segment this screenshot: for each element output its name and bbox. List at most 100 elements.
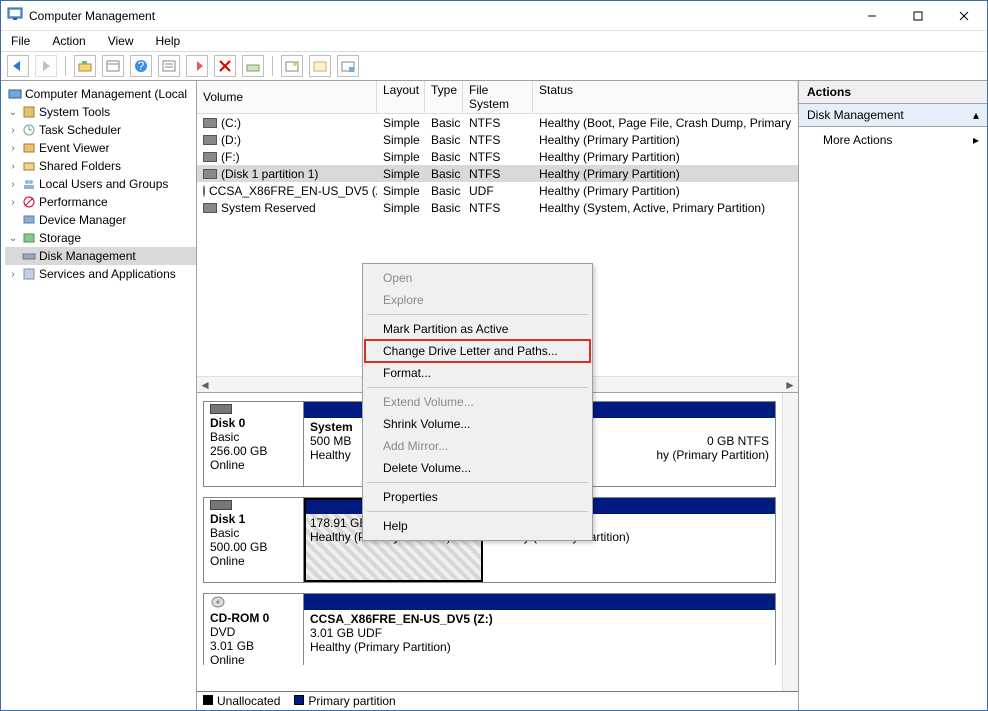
tool-button-1[interactable] xyxy=(242,55,264,77)
d0p0-size: 500 MB xyxy=(310,434,351,448)
delete-toolbtn[interactable] xyxy=(214,55,236,77)
volume-status: Healthy (Primary Partition) xyxy=(533,133,798,147)
volume-type: Basic xyxy=(425,201,463,215)
actions-group[interactable]: Disk Management ▴ xyxy=(799,104,987,127)
tree-local-users[interactable]: ›Local Users and Groups xyxy=(5,175,196,193)
ctx-mark-active[interactable]: Mark Partition as Active xyxy=(365,318,590,340)
col-layout[interactable]: Layout xyxy=(377,81,425,113)
scroll-left-icon[interactable]: ◄ xyxy=(197,377,213,393)
ctx-delete-volume[interactable]: Delete Volume... xyxy=(365,457,590,479)
actions-more[interactable]: More Actions ▸ xyxy=(799,127,987,153)
disk-panel-vscroll[interactable] xyxy=(782,393,798,691)
ctx-shrink-volume[interactable]: Shrink Volume... xyxy=(365,413,590,435)
tree-shared-folders[interactable]: ›Shared Folders xyxy=(5,157,196,175)
volume-list-header: Volume Layout Type File System Status xyxy=(197,81,798,114)
menu-help[interactable]: Help xyxy=(152,33,185,49)
volume-row[interactable]: (D:)SimpleBasicNTFSHealthy (Primary Part… xyxy=(197,131,798,148)
tree-event-viewer-label: Event Viewer xyxy=(39,141,109,155)
ctx-properties[interactable]: Properties xyxy=(365,486,590,508)
tree-root[interactable]: Computer Management (Local xyxy=(5,85,196,103)
nav-back-button[interactable] xyxy=(7,55,29,77)
tree-performance[interactable]: ›Performance xyxy=(5,193,196,211)
maximize-button[interactable] xyxy=(895,1,941,31)
volume-fs: NTFS xyxy=(463,167,533,181)
window-title: Computer Management xyxy=(29,9,155,23)
volume-type: Basic xyxy=(425,184,463,198)
tree-task-scheduler[interactable]: ›Task Scheduler xyxy=(5,121,196,139)
volume-name: (D:) xyxy=(221,133,241,147)
up-folder-button[interactable] xyxy=(74,55,96,77)
actions-group-label: Disk Management xyxy=(807,108,904,122)
disk-0-partition-0[interactable]: System500 MBHealthy xyxy=(304,402,364,486)
tree-local-users-label: Local Users and Groups xyxy=(39,177,168,191)
volume-fs: NTFS xyxy=(463,133,533,147)
disk-1-type: Basic xyxy=(210,526,297,540)
disk-1-size: 500.00 GB xyxy=(210,540,297,554)
tree-event-viewer[interactable]: ›Event Viewer xyxy=(5,139,196,157)
volume-icon xyxy=(203,152,217,162)
tree-services-apps[interactable]: ›Services and Applications xyxy=(5,265,196,283)
tree-performance-label: Performance xyxy=(39,195,108,209)
volume-fs: NTFS xyxy=(463,201,533,215)
col-filesystem[interactable]: File System xyxy=(463,81,533,113)
disk-1-status: Online xyxy=(210,554,297,568)
disk-row-cdrom[interactable]: CD-ROM 0 DVD 3.01 GB Online CCSA_X86FRE_… xyxy=(203,593,776,665)
volume-row[interactable]: (C:)SimpleBasicNTFSHealthy (Boot, Page F… xyxy=(197,114,798,131)
close-button[interactable] xyxy=(941,1,987,31)
volume-fs: UDF xyxy=(463,184,533,198)
cd-icon xyxy=(203,185,205,197)
tree-disk-management[interactable]: Disk Management xyxy=(5,247,196,265)
disk-0-status: Online xyxy=(210,458,297,472)
ctx-change-drive-letter[interactable]: Change Drive Letter and Paths... xyxy=(365,340,590,362)
volume-row[interactable]: (F:)SimpleBasicNTFSHealthy (Primary Part… xyxy=(197,148,798,165)
minimize-button[interactable] xyxy=(849,1,895,31)
menu-view[interactable]: View xyxy=(104,33,138,49)
volume-type: Basic xyxy=(425,150,463,164)
actions-pane: Actions Disk Management ▴ More Actions ▸ xyxy=(799,81,987,710)
tool-button-3[interactable] xyxy=(309,55,331,77)
cd-icon xyxy=(210,596,297,611)
ctx-help[interactable]: Help xyxy=(365,515,590,537)
tree-device-manager[interactable]: Device Manager xyxy=(5,211,196,229)
tree-root-label: Computer Management (Local xyxy=(25,87,187,101)
help-toolbtn[interactable]: ? xyxy=(130,55,152,77)
nav-forward-button[interactable] xyxy=(35,55,57,77)
disk-0-header: Disk 0 Basic 256.00 GB Online xyxy=(204,402,304,486)
disk-1-name: Disk 1 xyxy=(210,512,297,526)
col-status[interactable]: Status xyxy=(533,81,798,113)
menu-action[interactable]: Action xyxy=(48,33,89,49)
cdp0-size: 3.01 GB UDF xyxy=(310,626,382,640)
volume-layout: Simple xyxy=(377,116,425,130)
volume-layout: Simple xyxy=(377,150,425,164)
disk-0-size: 256.00 GB xyxy=(210,444,297,458)
ctx-format[interactable]: Format... xyxy=(365,362,590,384)
menu-file[interactable]: File xyxy=(7,33,34,49)
volume-status: Healthy (Primary Partition) xyxy=(533,167,798,181)
tree-system-tools[interactable]: ⌄System Tools xyxy=(5,103,196,121)
view-list-button[interactable] xyxy=(158,55,180,77)
volume-row[interactable]: CCSA_X86FRE_EN-US_DV5 (Z:)SimpleBasicUDF… xyxy=(197,182,798,199)
col-volume[interactable]: Volume xyxy=(197,81,377,113)
menu-bar: File Action View Help xyxy=(1,31,987,51)
scroll-right-icon[interactable]: ► xyxy=(782,377,798,393)
ctx-add-mirror: Add Mirror... xyxy=(365,435,590,457)
volume-row[interactable]: (Disk 1 partition 1)SimpleBasicNTFSHealt… xyxy=(197,165,798,182)
cdrom-type: DVD xyxy=(210,625,297,639)
d0p0-title: System xyxy=(310,420,353,434)
d0p1-status: hy (Primary Partition) xyxy=(656,448,769,462)
tool-button-2[interactable] xyxy=(281,55,303,77)
volume-type: Basic xyxy=(425,133,463,147)
tool-button-4[interactable] xyxy=(337,55,359,77)
col-type[interactable]: Type xyxy=(425,81,463,113)
tree-storage[interactable]: ⌄Storage xyxy=(5,229,196,247)
chevron-right-icon: ▸ xyxy=(973,133,979,147)
volume-name: (F:) xyxy=(221,150,240,164)
volume-type: Basic xyxy=(425,116,463,130)
tree-storage-label: Storage xyxy=(39,231,81,245)
properties-button[interactable] xyxy=(102,55,124,77)
volume-row[interactable]: System ReservedSimpleBasicNTFSHealthy (S… xyxy=(197,199,798,216)
ctx-explore: Explore xyxy=(365,289,590,311)
refresh-button[interactable] xyxy=(186,55,208,77)
volume-name: CCSA_X86FRE_EN-US_DV5 (Z:) xyxy=(209,184,377,198)
cdrom-partition-0[interactable]: CCSA_X86FRE_EN-US_DV5 (Z:)3.01 GB UDFHea… xyxy=(304,594,775,665)
